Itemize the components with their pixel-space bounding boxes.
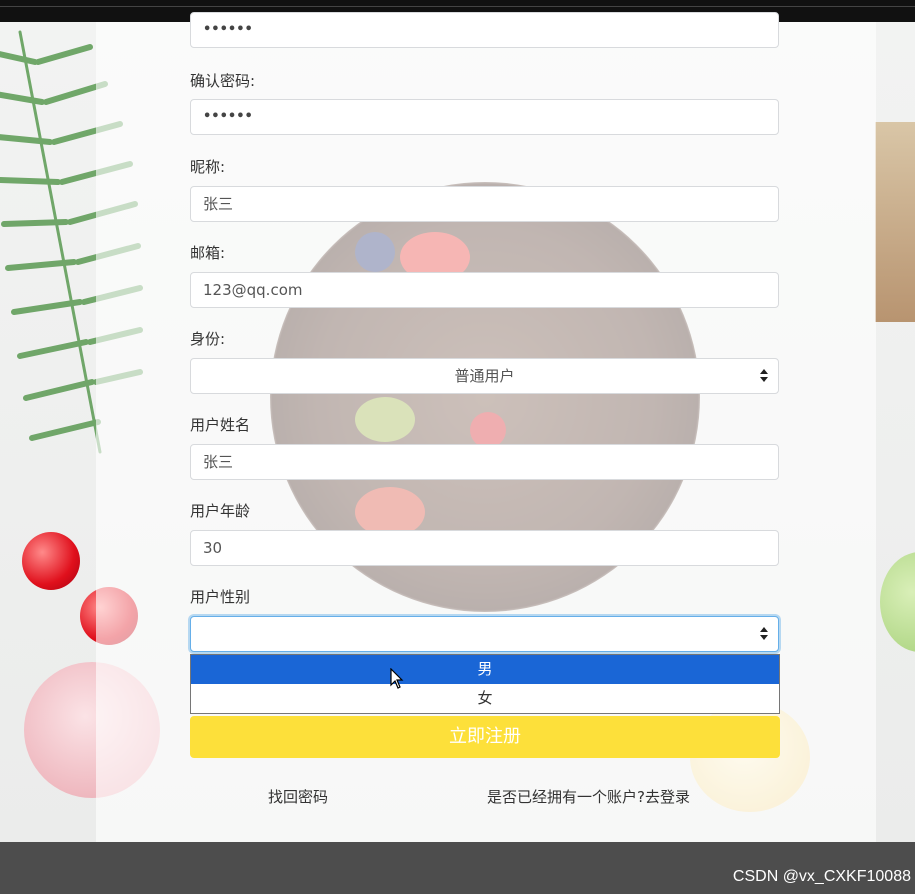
register-button[interactable]: 立即注册 <box>190 716 780 758</box>
mouse-cursor-icon <box>390 668 404 689</box>
password-field[interactable]: •••••• <box>190 12 779 48</box>
role-select-value: 普通用户 <box>454 367 515 385</box>
select-arrows-icon <box>760 369 768 383</box>
forgot-password-link[interactable]: 找回密码 <box>268 786 328 807</box>
email-label: 邮箱: <box>190 244 226 262</box>
gender-option-male[interactable]: 男 <box>191 655 779 684</box>
gender-label: 用户性别 <box>190 588 251 606</box>
username-label: 用户姓名 <box>190 416 251 434</box>
top-bar-divider <box>0 6 915 7</box>
age-label: 用户年龄 <box>190 502 251 520</box>
nickname-field[interactable]: 张三 <box>190 186 779 222</box>
login-link[interactable]: 是否已经拥有一个账户?去登录 <box>487 786 690 807</box>
gender-select[interactable] <box>190 616 779 652</box>
role-select[interactable]: 普通用户 <box>190 358 779 394</box>
nickname-label: 昵称: <box>190 158 226 176</box>
confirm-password-field[interactable]: •••••• <box>190 99 779 135</box>
age-field[interactable]: 30 <box>190 530 779 566</box>
wooden-box-decoration <box>875 122 915 322</box>
gender-option-female[interactable]: 女 <box>191 684 779 713</box>
cherry-decoration <box>22 532 80 590</box>
select-arrows-icon <box>760 627 768 641</box>
role-label: 身份: <box>190 330 226 348</box>
email-field[interactable]: 123@qq.com <box>190 272 779 308</box>
green-macaron-decoration <box>880 552 915 652</box>
confirm-password-label: 确认密码: <box>190 72 256 90</box>
gender-dropdown-list: 男 女 <box>190 654 780 714</box>
watermark-text: CSDN @vx_CXKF10088 <box>732 868 911 885</box>
username-field[interactable]: 张三 <box>190 444 779 480</box>
